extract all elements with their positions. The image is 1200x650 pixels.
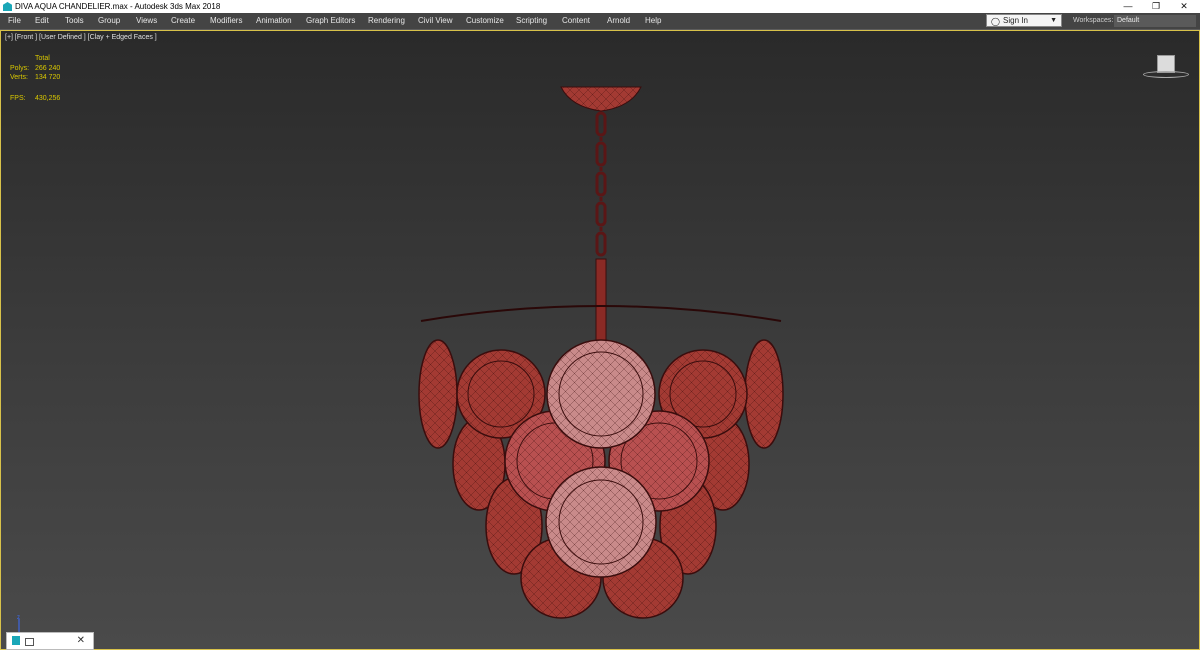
menu-help[interactable]: Help <box>645 13 661 29</box>
menu-arnold[interactable]: Arnold <box>607 13 630 29</box>
viewport-label[interactable]: [+] [Front ] [User Defined ] [Clay + Edg… <box>5 34 157 41</box>
menu-views[interactable]: Views <box>136 13 157 29</box>
stats-polys-value: 266 240 <box>35 65 61 72</box>
close-icon[interactable]: ✕ <box>77 635 85 646</box>
stats-verts-label: Verts: <box>10 74 28 81</box>
menu-scripting[interactable]: Scripting <box>516 13 547 29</box>
disc-outer-right <box>744 339 784 449</box>
menu-file[interactable]: File <box>8 13 21 29</box>
front-viewport[interactable]: [+] [Front ] [User Defined ] [Clay + Edg… <box>0 30 1200 650</box>
sign-in-label: Sign In <box>1003 16 1028 25</box>
menu-content[interactable]: Content <box>562 13 590 29</box>
restore-button[interactable]: ❐ <box>1142 0 1170 13</box>
workspaces-label: Workspaces: <box>1073 17 1114 24</box>
user-icon: ◯ <box>991 17 1000 26</box>
window-icon <box>25 638 34 646</box>
window-title: DIVA AQUA CHANDELIER.max - Autodesk 3ds … <box>15 2 221 11</box>
minimize-button[interactable]: — <box>1114 0 1142 13</box>
close-button[interactable]: ✕ <box>1170 0 1198 13</box>
chevron-down-icon: ▼ <box>1050 17 1057 24</box>
disc-top-center <box>546 339 656 449</box>
menu-customize[interactable]: Customize <box>466 13 504 29</box>
disc-outer-left <box>418 339 458 449</box>
menu-tools[interactable]: Tools <box>65 13 84 29</box>
canopy <box>560 86 642 112</box>
3ds-max-icon <box>3 2 12 11</box>
title-bar: DIVA AQUA CHANDELIER.max - Autodesk 3ds … <box>0 0 1200 13</box>
chandelier-model[interactable] <box>381 81 821 650</box>
viewcube-ring[interactable] <box>1143 71 1189 78</box>
taskbar-thumbnail[interactable]: ✕ <box>6 632 94 650</box>
menu-civil-view[interactable]: Civil View <box>418 13 453 29</box>
menu-rendering[interactable]: Rendering <box>368 13 405 29</box>
stem <box>420 258 782 350</box>
stats-verts-value: 134 720 <box>35 74 61 81</box>
stats-fps-label: FPS: <box>10 95 26 102</box>
menu-animation[interactable]: Animation <box>256 13 292 29</box>
stats-polys-label: Polys: <box>10 65 30 72</box>
stats-fps-value: 430,256 <box>35 95 61 102</box>
menu-edit[interactable]: Edit <box>35 13 49 29</box>
menu-group[interactable]: Group <box>98 13 120 29</box>
viewcube-icon[interactable] <box>1143 53 1191 81</box>
chain <box>595 111 607 257</box>
axis-z-label: z <box>17 615 20 621</box>
menu-graph-editors[interactable]: Graph Editors <box>306 13 355 29</box>
3ds-max-icon <box>12 636 20 645</box>
stats-header: Total <box>35 55 50 62</box>
workspaces-select[interactable]: Default <box>1114 15 1196 27</box>
sign-in-dropdown[interactable]: ◯ Sign In ▼ <box>986 14 1062 27</box>
disc-lower-center <box>545 466 657 578</box>
menu-modifiers[interactable]: Modifiers <box>210 13 242 29</box>
menu-create[interactable]: Create <box>171 13 195 29</box>
